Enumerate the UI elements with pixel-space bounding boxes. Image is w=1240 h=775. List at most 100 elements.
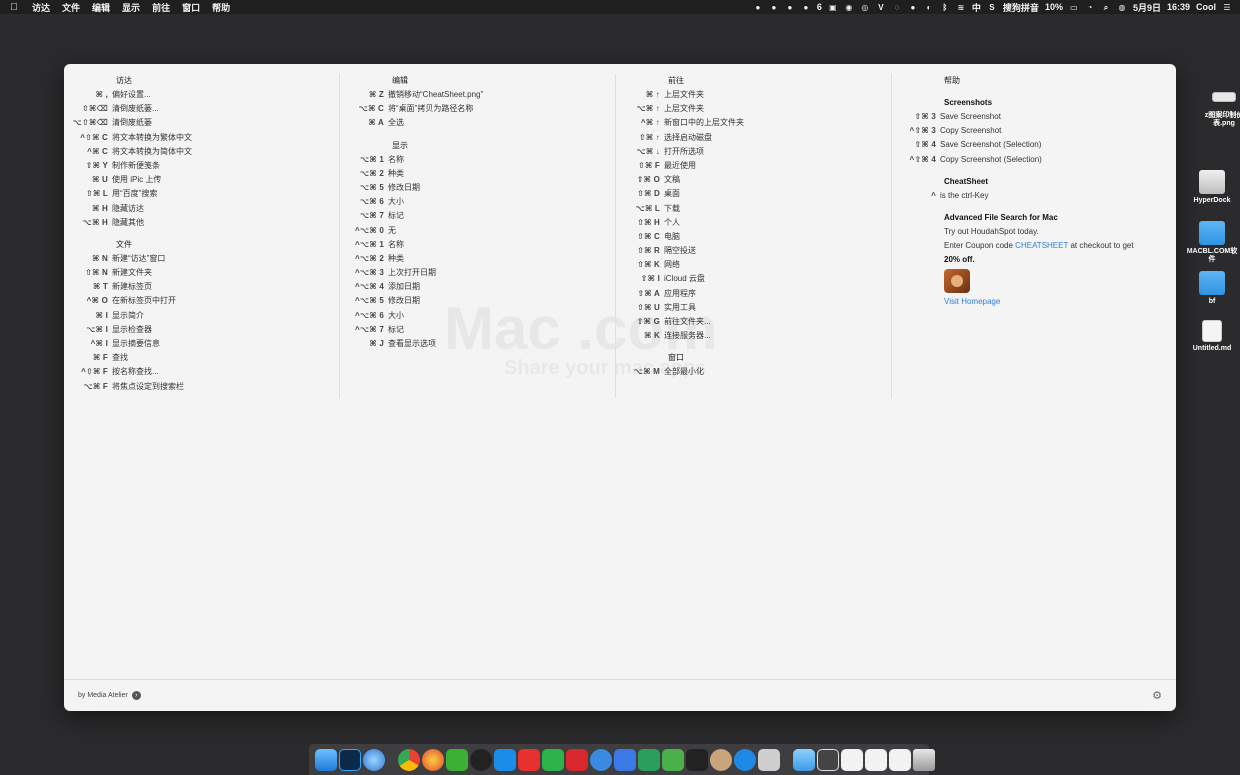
bluetooth-icon[interactable]: ᛒ xyxy=(940,3,950,12)
dock-app-icon[interactable] xyxy=(661,748,684,771)
dock-photoshop-icon[interactable] xyxy=(338,748,361,771)
tray-app-icon[interactable]: ◌ xyxy=(892,3,902,12)
shortcut-row[interactable]: ⌘ T 新建标签页 xyxy=(64,280,339,294)
shortcut-row[interactable]: ⇧⌘ D 桌面 xyxy=(616,187,891,201)
dock-evernote-icon[interactable] xyxy=(541,748,564,771)
dock-qq-icon[interactable] xyxy=(469,748,492,771)
tray-qq-icon[interactable]: ● xyxy=(785,3,795,12)
shortcut-row[interactable]: ^⌘ I 显示摘要信息 xyxy=(64,337,339,351)
apple-icon[interactable]:  xyxy=(8,2,20,13)
shortcut-row[interactable]: ⌥⌘ F 将焦点设定到搜索栏 xyxy=(64,380,339,394)
shortcut-row[interactable]: ⇧⌘ K 网络 xyxy=(616,258,891,272)
tray-app-icon[interactable]: ◐ xyxy=(924,3,934,12)
search-icon[interactable]: ⌕ xyxy=(1101,3,1111,12)
shortcut-row[interactable]: ⌘ F 查找 xyxy=(64,351,339,365)
dock-window-thumbnail[interactable] xyxy=(840,748,863,771)
dock-youdao-icon[interactable] xyxy=(565,748,588,771)
menu-app-name[interactable]: 访达 xyxy=(32,1,50,14)
shortcut-row[interactable]: ⇧⌘ Y 制作新便笺条 xyxy=(64,159,339,173)
bell-icon[interactable]: ● xyxy=(801,3,811,12)
dock-window-thumbnail[interactable] xyxy=(816,748,839,771)
menu-file[interactable]: 文件 xyxy=(62,1,80,14)
shortcut-row[interactable]: ^⌥⌘ 3 上次打开日期 xyxy=(340,266,615,280)
vpn-icon[interactable]: V xyxy=(876,3,886,12)
input-method-icon[interactable]: S xyxy=(987,3,997,12)
shortcut-row[interactable]: ⇧⌘ O 文稿 xyxy=(616,173,891,187)
dock-finder-icon[interactable] xyxy=(314,748,337,771)
shortcut-row[interactable]: ⇧⌘ I iCloud 云盘 xyxy=(616,272,891,286)
desktop-icon-bf[interactable]: bf xyxy=(1184,271,1240,306)
menu-help[interactable]: 帮助 xyxy=(212,1,230,14)
shortcut-row[interactable]: ⇧⌘⌫ 清倒废纸篓... xyxy=(64,102,339,116)
battery-percent[interactable]: 10% xyxy=(1045,2,1063,12)
trash-icon[interactable] xyxy=(912,748,935,771)
shortcut-row[interactable]: ^⌥⌘ 0 无 xyxy=(340,224,615,238)
shortcut-row[interactable]: ⇧⌘ A 应用程序 xyxy=(616,287,891,301)
list-icon[interactable]: ☰ xyxy=(1222,3,1232,12)
desktop-icon-png[interactable]: z图案印制价表.png xyxy=(1196,92,1240,128)
shortcut-row[interactable]: ⌥⌘ H 隐藏其他 xyxy=(64,216,339,230)
shortcut-row[interactable]: ^⇧⌘ 3 Copy Screenshot xyxy=(892,124,1176,138)
shortcut-row[interactable]: ^⇧⌘ C 将文本转换为繁体中文 xyxy=(64,131,339,145)
shortcut-row[interactable]: ⌥⌘ L 下载 xyxy=(616,202,891,216)
shortcut-row[interactable]: ⌥⌘ I 显示检查器 xyxy=(64,323,339,337)
shortcut-row[interactable]: ⇧⌘ C 电脑 xyxy=(616,230,891,244)
houdahspot-app-icon[interactable] xyxy=(944,268,970,293)
desktop-icon-untitled[interactable]: Untitled.md xyxy=(1184,320,1240,353)
shortcut-row[interactable]: ⌥⌘ ↑ 上层文件夹 xyxy=(616,102,891,116)
tray-app-icon[interactable]: ● xyxy=(769,3,779,12)
shortcut-row[interactable]: ⌘ K 连接服务器... xyxy=(616,329,891,343)
dock-app-icon[interactable] xyxy=(493,748,516,771)
shortcut-row[interactable]: ^⌥⌘ 7 标记 xyxy=(340,323,615,337)
shortcut-row[interactable]: ⇧⌘ F 最近使用 xyxy=(616,159,891,173)
shortcut-row[interactable]: ⇧⌘ U 实用工具 xyxy=(616,301,891,315)
shortcut-row[interactable]: ⇧⌘ N 新建文件夹 xyxy=(64,266,339,280)
tray-app-icon[interactable]: ● xyxy=(753,3,763,12)
shortcut-row[interactable]: ^⌥⌘ 2 种类 xyxy=(340,252,615,266)
coupon-code-link[interactable]: CHEATSHEET xyxy=(1015,241,1068,250)
shortcut-row[interactable]: ^⌥⌘ 1 名称 xyxy=(340,238,615,252)
battery-icon[interactable]: ▭ xyxy=(1069,3,1079,12)
dock-firefox-icon[interactable] xyxy=(421,748,444,771)
clock-icon[interactable]: ◔ xyxy=(1085,3,1095,12)
shortcut-row[interactable]: ⌘ Z 撤销移动“CheatSheet.png” xyxy=(340,88,615,102)
shortcut-row[interactable]: ⌘ N 新建“访达”窗口 xyxy=(64,252,339,266)
shortcut-row[interactable]: ⌥⌘ 7 标记 xyxy=(340,209,615,223)
dock-app-icon[interactable] xyxy=(637,748,660,771)
shortcut-row[interactable]: ⇧⌘ H 个人 xyxy=(616,216,891,230)
tray-app-icon[interactable]: ◎ xyxy=(860,3,870,12)
shortcut-row[interactable]: ^⌘ O 在新标签页中打开 xyxy=(64,294,339,308)
menubar-user[interactable]: Cool xyxy=(1196,2,1216,12)
siri-icon[interactable]: ◍ xyxy=(1117,3,1127,12)
shortcut-row[interactable]: ⌥⌘ ↓ 打开所选项 xyxy=(616,145,891,159)
shortcut-row[interactable]: ⌘ J 查看显示选项 xyxy=(340,337,615,351)
dock-window-thumbnail[interactable] xyxy=(864,748,887,771)
shortcut-row[interactable]: ⇧⌘ 4 Save Screenshot (Selection) xyxy=(892,138,1176,152)
menu-window[interactable]: 窗口 xyxy=(182,1,200,14)
shortcut-row[interactable]: ^⌥⌘ 5 修改日期 xyxy=(340,294,615,308)
shortcut-row[interactable]: ^⌘ C 将文本转换为简体中文 xyxy=(64,145,339,159)
dock-appstore-icon[interactable] xyxy=(733,748,756,771)
menubar-time[interactable]: 16:39 xyxy=(1167,2,1190,12)
shortcut-row[interactable]: ^⌥⌘ 6 大小 xyxy=(340,309,615,323)
dock-folder-icon[interactable] xyxy=(792,748,815,771)
shortcut-row[interactable]: ⌘ ↑ 上层文件夹 xyxy=(616,88,891,102)
dock-wechat-icon[interactable] xyxy=(445,748,468,771)
shortcut-row[interactable]: ⌥⇧⌘⌫ 清倒废纸篓 xyxy=(64,116,339,130)
dock-safari-icon[interactable] xyxy=(362,748,385,771)
tray-app-icon[interactable]: ▣ xyxy=(828,3,838,12)
shortcut-row[interactable]: ⇧⌘ 3 Save Screenshot xyxy=(892,110,1176,124)
wechat-icon[interactable]: ● xyxy=(908,3,918,12)
desktop-icon-hyperdock[interactable]: HyperDock xyxy=(1184,170,1240,205)
visit-homepage-link[interactable]: Visit Homepage xyxy=(944,297,1000,306)
menubar-date[interactable]: 5月9日 xyxy=(1133,1,1161,14)
dock-app-icon[interactable] xyxy=(757,748,780,771)
dock-qq-icon[interactable] xyxy=(685,748,708,771)
shortcut-row[interactable]: ⇧⌘ ↑ 选择启动磁盘 xyxy=(616,131,891,145)
dock-qbittorrent-icon[interactable] xyxy=(589,748,612,771)
shortcut-row[interactable]: ⇧⌘ L 用“百度”搜索 xyxy=(64,187,339,201)
shortcut-row[interactable]: ⌥⌘ 5 修改日期 xyxy=(340,181,615,195)
wifi-icon[interactable]: ≋ xyxy=(956,3,966,12)
menu-view[interactable]: 显示 xyxy=(122,1,140,14)
shortcut-row[interactable]: ⌥⌘ 1 名称 xyxy=(340,153,615,167)
